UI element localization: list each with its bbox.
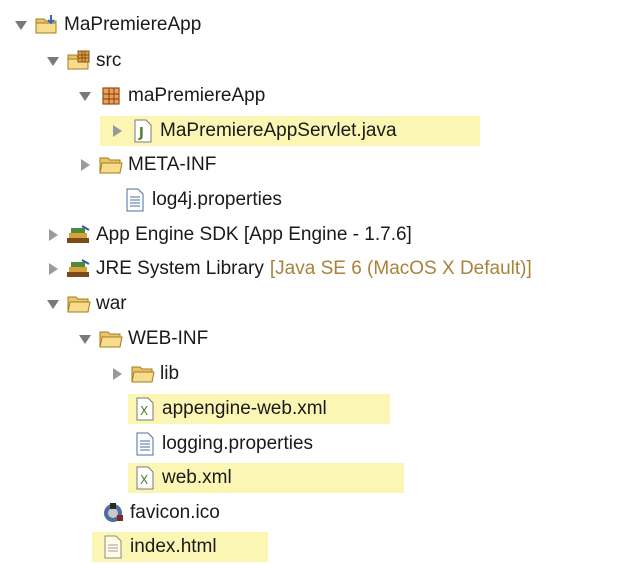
expanded-twisty-icon[interactable] [44, 295, 62, 313]
collapsed-twisty-icon[interactable] [76, 156, 94, 174]
tree-node-jre[interactable]: JRE System Library [Java SE 6 (MacOS X D… [44, 252, 532, 286]
expanded-twisty-icon[interactable] [44, 52, 62, 70]
svg-text:X: X [140, 473, 148, 487]
image-file-icon [100, 501, 126, 525]
collapsed-twisty-icon[interactable] [44, 226, 62, 244]
tree-node-logging-properties[interactable]: logging.properties [132, 427, 313, 461]
xml-file-icon: X [132, 397, 158, 421]
tree-node-log4j[interactable]: log4j.properties [100, 183, 282, 217]
folder-icon [98, 153, 124, 177]
tree-node-appengine-sdk[interactable]: App Engine SDK [App Engine - 1.7.6] [44, 218, 412, 252]
tree-node-label: logging.properties [162, 433, 314, 454]
text-file-icon [122, 188, 148, 212]
tree-node-war[interactable]: war [44, 287, 127, 321]
jre-decoration: [Java SE 6 (MacOS X Default)] [269, 258, 532, 279]
svg-text:X: X [140, 404, 148, 418]
library-icon [66, 223, 92, 247]
tree-node-lib[interactable]: lib [108, 357, 179, 391]
java-file-icon: J [130, 119, 156, 143]
tree-node-label: favicon.ico [130, 502, 220, 523]
package-icon [98, 84, 124, 108]
tree-node-package[interactable]: maPremiereApp [76, 79, 265, 113]
tree-node-meta-inf[interactable]: META-INF [76, 148, 216, 182]
collapsed-twisty-icon[interactable] [108, 365, 126, 383]
tree-node-label: App Engine SDK [App Engine - 1.7.6] [96, 224, 412, 245]
svg-text:J: J [138, 126, 144, 141]
tree-node-servlet[interactable]: J MaPremiereAppServlet.java [108, 114, 397, 148]
tree-node-appengine-web-xml[interactable]: X appengine-web.xml [132, 392, 327, 426]
tree-node-label: META-INF [128, 154, 217, 175]
html-file-icon [100, 535, 126, 559]
tree-node-label: lib [160, 363, 180, 384]
tree-node-label: MaPremiereAppServlet.java [160, 120, 397, 141]
text-file-icon [132, 432, 158, 456]
tree-node-src[interactable]: src [44, 44, 121, 78]
tree-node-label: src [96, 50, 122, 71]
tree-node-web-inf[interactable]: WEB-INF [76, 322, 208, 356]
xml-file-icon: X [132, 466, 158, 490]
tree-node-label: war [96, 293, 127, 314]
tree-node-project[interactable]: MaPremiereApp [12, 8, 201, 42]
expanded-twisty-icon[interactable] [76, 330, 94, 348]
folder-icon [98, 327, 124, 351]
package-explorer-tree: MaPremiereApp src maPremiereApp J MaPrem… [0, 0, 627, 562]
tree-node-favicon[interactable]: favicon.ico [100, 496, 220, 530]
collapsed-twisty-icon[interactable] [108, 122, 126, 140]
folder-icon [66, 292, 92, 316]
tree-node-label: log4j.properties [152, 189, 282, 210]
expanded-twisty-icon[interactable] [12, 16, 30, 34]
tree-node-label: MaPremiereApp [64, 14, 202, 35]
tree-node-label: maPremiereApp [128, 85, 266, 106]
tree-node-label: WEB-INF [128, 328, 209, 349]
source-folder-icon [66, 49, 92, 73]
library-icon [66, 257, 92, 281]
expanded-twisty-icon[interactable] [76, 87, 94, 105]
tree-node-web-xml[interactable]: X web.xml [132, 461, 232, 495]
folder-icon [130, 362, 156, 386]
tree-node-label: web.xml [162, 467, 232, 488]
collapsed-twisty-icon[interactable] [44, 260, 62, 278]
project-folder-icon [34, 13, 60, 37]
tree-node-index-html[interactable]: index.html [100, 530, 217, 564]
tree-node-label: JRE System Library [96, 258, 264, 279]
tree-node-label: appengine-web.xml [162, 398, 327, 419]
tree-node-label: index.html [130, 536, 217, 557]
